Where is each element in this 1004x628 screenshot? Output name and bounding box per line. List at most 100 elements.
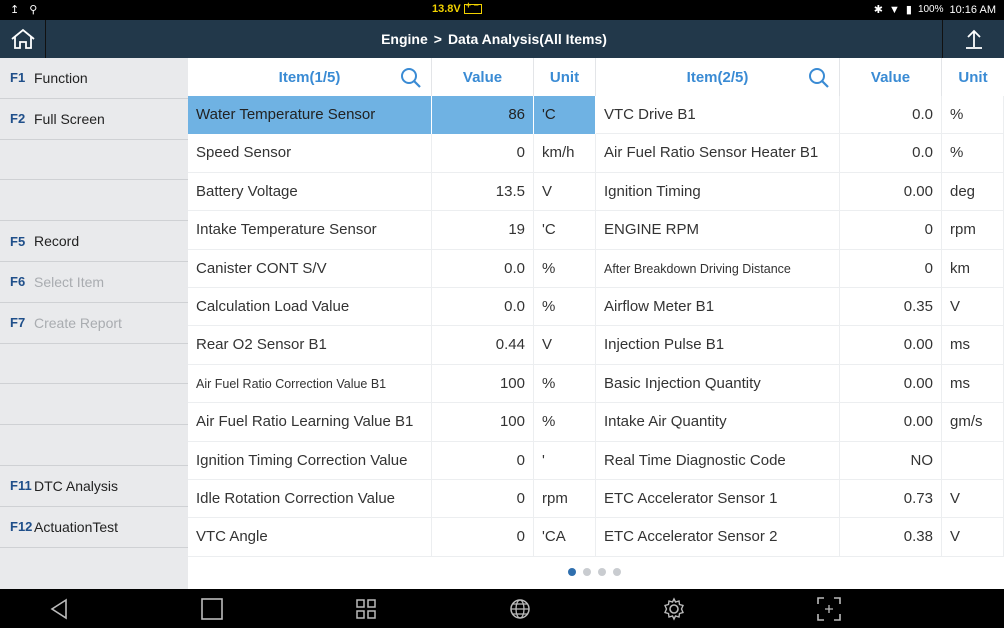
page-dot[interactable] [598, 568, 606, 576]
item-unit: 'CA [534, 518, 596, 557]
table-row[interactable]: Speed Sensor 0 km/h Air Fuel Ratio Sensor H… [188, 134, 1004, 173]
export-button[interactable] [942, 20, 1004, 58]
item-name: Air Fuel Ratio Learning Value B1 [188, 403, 432, 442]
bluetooth-icon: ✱ [873, 4, 883, 16]
usb-icon: ⚲ [29, 4, 38, 16]
item-unit: km [942, 249, 1004, 288]
item-value: 0.38 [840, 518, 942, 557]
item-name: Airflow Meter B1 [596, 288, 840, 327]
header-value-right-label: Value [870, 68, 911, 86]
header-value-right: Value [840, 58, 942, 96]
home-nav-button[interactable] [199, 596, 225, 622]
item-value: 0 [432, 441, 534, 480]
breadcrumb-engine: Engine [381, 31, 428, 47]
item-unit: km/h [534, 134, 596, 173]
item-name: Basic Injection Quantity [596, 364, 840, 404]
sidebar-item-actuationtest[interactable]: F12 ActuationTest [0, 507, 188, 548]
breadcrumb-data-analysis: Data Analysis(All Items) [447, 31, 607, 47]
function-key-label: F6 [10, 274, 26, 290]
gear-icon [664, 597, 684, 621]
search-icon[interactable] [807, 66, 831, 90]
upload-arrow-icon [965, 29, 982, 49]
sidebar-item-full-screen[interactable]: F2 Full Screen [0, 99, 188, 140]
item-unit: V [942, 518, 1004, 557]
item-value: 0 [840, 249, 942, 288]
item-unit: % [942, 96, 1004, 135]
header-value-left: Value [432, 58, 534, 96]
table-row[interactable]: Canister CONT S/V 0.0% After Breakdown Dri… [188, 249, 1004, 288]
table-row[interactable]: Rear O2 Sensor B1 0.44 V Injection Pulse B1… [188, 326, 1004, 365]
item-unit: rpm [942, 211, 1004, 250]
function-key-label: F1 [10, 70, 26, 86]
function-key-label: F2 [10, 111, 26, 127]
item-unit [942, 441, 1004, 480]
table-row[interactable]: VTC Angle 0 'CA ETC Accelerator Sensor 2 0.3… [188, 518, 1004, 557]
item-unit: % [534, 364, 596, 404]
home-button[interactable] [0, 20, 46, 58]
item-value: 0 [432, 518, 534, 557]
sidebar-item-empty [0, 344, 188, 385]
settings-button[interactable] [661, 596, 687, 622]
item-value: 0.35 [840, 288, 942, 327]
back-button[interactable] [46, 596, 72, 622]
clock: 10:16 AM [949, 3, 996, 16]
screenshot-button[interactable] [816, 596, 842, 622]
item-value: 100 [432, 403, 534, 442]
header-item-left-label: Item(1/5) [278, 68, 341, 86]
recent-apps-button[interactable] [353, 596, 379, 622]
browser-button[interactable] [507, 596, 533, 622]
sidebar-item-create-report[interactable]: F7 Create Report [0, 303, 188, 344]
item-unit: V [534, 326, 596, 365]
status-bar: ↥ ⚲ 13.8V ✱ ▼ ▮ 100% 10:16 AM [0, 0, 1004, 20]
item-value: 0.73 [840, 480, 942, 519]
sidebar-item-label: Function [34, 69, 88, 86]
sidebar-item-record[interactable]: F5 Record [0, 221, 188, 262]
item-unit: gm/s [942, 403, 1004, 442]
item-value: 19 [432, 211, 534, 250]
table-row[interactable]: Water Temperature Sensor 86 'C VTC Drive B1… [188, 96, 1004, 135]
item-unit: rpm [534, 480, 596, 519]
back-icon [50, 598, 67, 620]
square-icon [201, 598, 223, 620]
page-dot[interactable] [613, 568, 621, 576]
sidebar-item-function[interactable]: F1 Function [0, 58, 188, 99]
item-value: 0.0 [840, 96, 942, 135]
item-unit: V [942, 288, 1004, 327]
screenshot-icon [817, 597, 841, 621]
item-name: Real Time Diagnostic Code [596, 441, 840, 480]
item-value: 0.0 [840, 134, 942, 173]
item-unit: V [942, 480, 1004, 519]
function-key-label: F11 [10, 478, 32, 494]
page-dot[interactable] [583, 568, 591, 576]
table-row[interactable]: Air Fuel Ratio Correction Value B1 100% Ba… [188, 364, 1004, 404]
item-unit: ms [942, 364, 1004, 404]
sidebar-item-label: Create Report [34, 314, 122, 331]
header-item-right-label: Item(2/5) [686, 68, 749, 86]
item-name: ENGINE RPM [596, 211, 840, 250]
car-battery-icon [463, 0, 482, 14]
item-name: Injection Pulse B1 [596, 326, 840, 365]
wifi-icon: ▼ [888, 3, 900, 16]
upload-icon: ↥ [10, 4, 20, 16]
sidebar-item-dtc-analysis[interactable]: F11 DTC Analysis [0, 466, 188, 507]
sidebar-item-select-item[interactable]: F6 Select Item [0, 262, 188, 303]
voltage-indicator: 13.8V [432, 0, 482, 15]
home-icon [10, 28, 35, 49]
sidebar-item-empty [0, 140, 188, 181]
item-unit: % [534, 288, 596, 327]
item-value: 0.0 [432, 249, 534, 288]
item-value: 100 [432, 364, 534, 404]
table-row[interactable]: Intake Temperature Sensor 19 'C ENGINE RPM 0… [188, 211, 1004, 250]
table-row[interactable]: Battery Voltage 13.5 V Ignition Timing 0.00 d… [188, 172, 1004, 212]
sidebar-item-empty [0, 180, 188, 222]
search-icon[interactable] [399, 66, 423, 90]
page-dot[interactable] [568, 568, 576, 576]
table-row[interactable]: Air Fuel Ratio Learning Value B1 100% Inta… [188, 403, 1004, 442]
table-row[interactable]: Ignition Timing Correction Value 0 ' Real T… [188, 441, 1004, 480]
table-row[interactable]: Idle Rotation Correction Value 0 rpm ETC Ac… [188, 480, 1004, 519]
table-row[interactable]: Calculation Load Value 0.0% Airflow Meter … [188, 288, 1004, 327]
header-item-right[interactable]: Item(2/5) [596, 58, 840, 96]
item-name: Idle Rotation Correction Value [188, 480, 432, 519]
item-name: Air Fuel Ratio Sensor Heater B1 [596, 134, 840, 173]
header-item-left[interactable]: Item(1/5) [188, 58, 432, 96]
